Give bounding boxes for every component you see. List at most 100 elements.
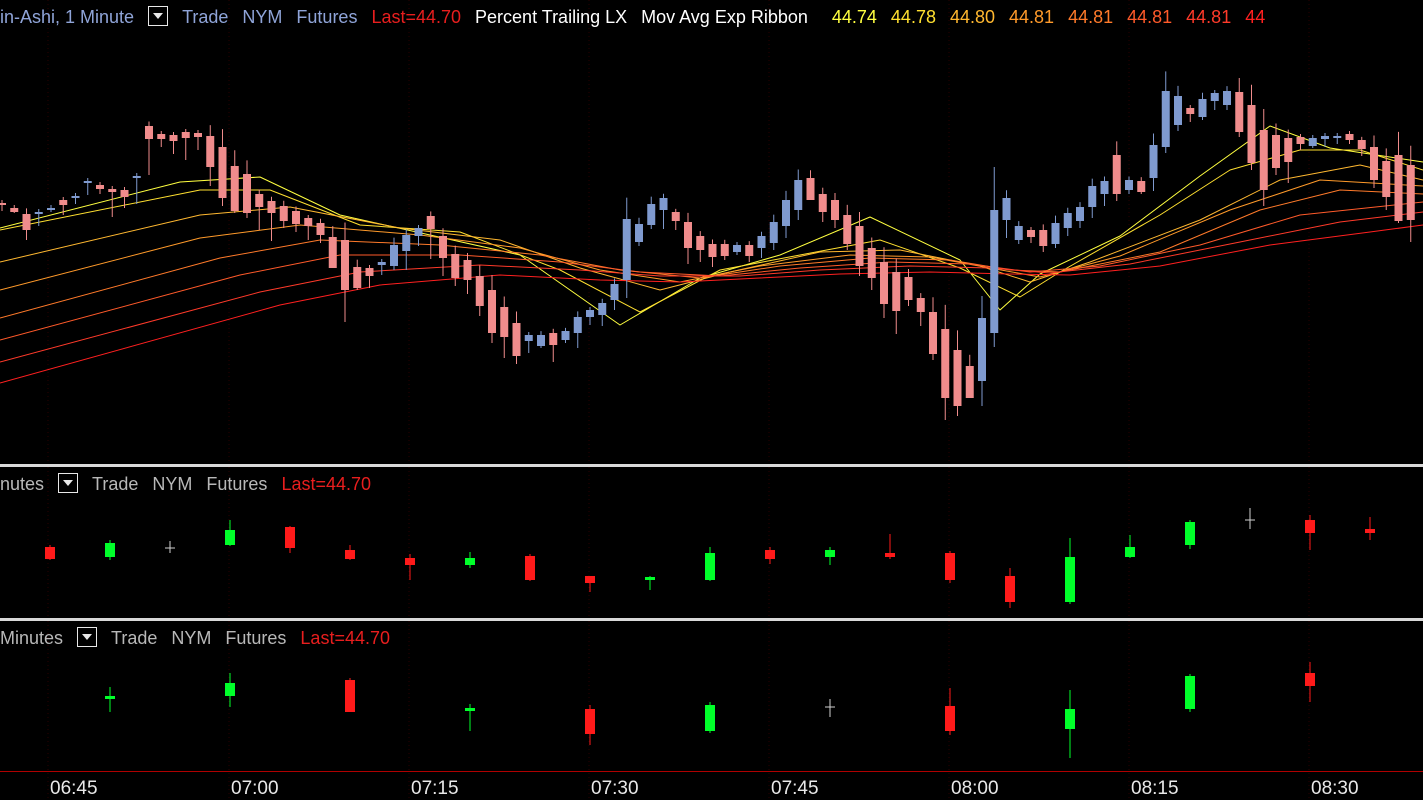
third-pane-title: Minutes bbox=[0, 628, 64, 648]
time-axis-line bbox=[0, 771, 1423, 772]
candle-body bbox=[285, 527, 295, 548]
ha-candle-body bbox=[880, 262, 888, 304]
candle-body bbox=[825, 550, 835, 557]
chevron-down-icon[interactable] bbox=[77, 627, 98, 648]
ha-candle-body bbox=[1210, 93, 1219, 101]
ha-candle-body bbox=[1345, 134, 1354, 140]
candle-body bbox=[705, 553, 715, 580]
ema-ribbon-line bbox=[0, 201, 1423, 341]
ha-candle-body bbox=[524, 335, 533, 341]
candle-body bbox=[45, 547, 55, 559]
ha-candle-body bbox=[132, 176, 141, 178]
candle-body bbox=[945, 553, 955, 580]
ha-candle-body bbox=[818, 194, 827, 212]
ha-candle-body bbox=[439, 236, 447, 258]
field-category: Futures bbox=[225, 628, 287, 648]
ribbon-value-4: 44.81 bbox=[1009, 7, 1055, 27]
chevron-down-icon[interactable] bbox=[58, 473, 79, 494]
main-chart-pane[interactable]: in-Ashi, 1 Minute Trade NYM Futures Last=44.… bbox=[0, 0, 1423, 465]
candle-body bbox=[105, 696, 115, 699]
ha-candle-body bbox=[83, 181, 92, 183]
ha-candle-body bbox=[1112, 155, 1121, 194]
candle-body bbox=[585, 709, 595, 734]
ha-candle-body bbox=[279, 206, 288, 221]
ha-candle-body bbox=[573, 317, 582, 333]
ha-candle-body bbox=[1039, 230, 1048, 246]
ha-candle-body bbox=[0, 203, 6, 205]
ha-candle-body bbox=[549, 333, 558, 345]
field-category: Futures bbox=[296, 7, 358, 27]
second-pane-header: nutes Trade NYM Futures Last=44.70 bbox=[0, 467, 385, 501]
study-mov-avg-ribbon[interactable]: Mov Avg Exp Ribbon bbox=[641, 7, 808, 27]
candle-body bbox=[1365, 529, 1375, 533]
ribbon-value-5: 44.81 bbox=[1068, 7, 1114, 27]
candle-body bbox=[585, 576, 595, 583]
ha-candle-body bbox=[1002, 198, 1011, 220]
ha-candle-body bbox=[965, 366, 974, 398]
ha-candle-body bbox=[341, 240, 349, 290]
ha-candle-body bbox=[1063, 213, 1072, 228]
chevron-down-icon[interactable] bbox=[148, 6, 169, 27]
ha-candle-body bbox=[916, 298, 925, 312]
ha-candle-body bbox=[1284, 138, 1293, 162]
candle-body bbox=[1005, 576, 1015, 602]
ha-candle-body bbox=[598, 303, 607, 315]
time-label: 08:00 bbox=[951, 778, 999, 799]
candle-body bbox=[225, 683, 235, 696]
ha-candle-body bbox=[1100, 181, 1109, 194]
ha-candle-body bbox=[1076, 207, 1084, 221]
candle-body bbox=[345, 680, 355, 712]
heikin-ashi-chart[interactable] bbox=[0, 0, 1423, 465]
ha-candle-body bbox=[757, 236, 766, 248]
ha-candle-body bbox=[1149, 145, 1158, 178]
time-label: 08:30 bbox=[1311, 778, 1359, 799]
time-label: 07:15 bbox=[411, 778, 459, 799]
candle-body bbox=[945, 706, 955, 731]
ha-candle-body bbox=[328, 237, 337, 268]
ha-candle-body bbox=[426, 216, 435, 229]
ha-candle-body bbox=[145, 126, 153, 139]
ha-candle-body bbox=[904, 277, 913, 300]
ha-candle-body bbox=[1394, 155, 1403, 221]
ha-candle-body bbox=[120, 190, 129, 197]
study-percent-trailing[interactable]: Percent Trailing LX bbox=[475, 7, 627, 27]
ha-candle-body bbox=[353, 267, 362, 288]
candle-body bbox=[105, 543, 115, 557]
ha-candle-body bbox=[34, 212, 43, 214]
field-exchange: NYM bbox=[242, 7, 283, 27]
time-axis bbox=[0, 771, 1423, 800]
last-price: Last=44.70 bbox=[281, 474, 372, 494]
ema-ribbon-line bbox=[0, 179, 1423, 291]
time-label: 07:45 bbox=[771, 778, 819, 799]
candle-body bbox=[765, 550, 775, 559]
ha-candle-body bbox=[843, 215, 852, 244]
ha-candle-body bbox=[390, 245, 398, 266]
ribbon-value-8: 44 bbox=[1245, 7, 1266, 27]
time-label: 06:45 bbox=[50, 778, 98, 799]
candle-body bbox=[1305, 673, 1315, 686]
ha-candle-body bbox=[1051, 223, 1060, 244]
field-exchange: NYM bbox=[152, 474, 193, 494]
ha-candle-body bbox=[806, 178, 815, 200]
ha-candle-body bbox=[414, 228, 423, 236]
ha-candle-body bbox=[659, 198, 668, 210]
candle-body bbox=[1065, 557, 1075, 602]
ha-candle-body bbox=[708, 244, 717, 257]
ha-candle-body bbox=[316, 223, 325, 235]
field-trade: Trade bbox=[111, 628, 158, 648]
ha-candle-body bbox=[978, 318, 986, 381]
ha-candle-body bbox=[1174, 96, 1182, 125]
ha-candle-body bbox=[512, 323, 521, 356]
candle-body bbox=[405, 558, 415, 565]
ha-candle-body bbox=[47, 208, 55, 210]
ha-candle-body bbox=[108, 189, 117, 192]
ribbon-value-7: 44.81 bbox=[1186, 7, 1232, 27]
ha-candle-body bbox=[745, 245, 754, 256]
ha-candle-body bbox=[684, 222, 692, 248]
ha-candle-body bbox=[794, 180, 803, 210]
ha-candle-body bbox=[22, 214, 31, 230]
field-exchange: NYM bbox=[171, 628, 212, 648]
second-chart-pane[interactable]: nutes Trade NYM Futures Last=44.70 bbox=[0, 467, 1423, 618]
candle-body bbox=[465, 558, 475, 565]
ha-candle-body bbox=[1027, 230, 1035, 237]
